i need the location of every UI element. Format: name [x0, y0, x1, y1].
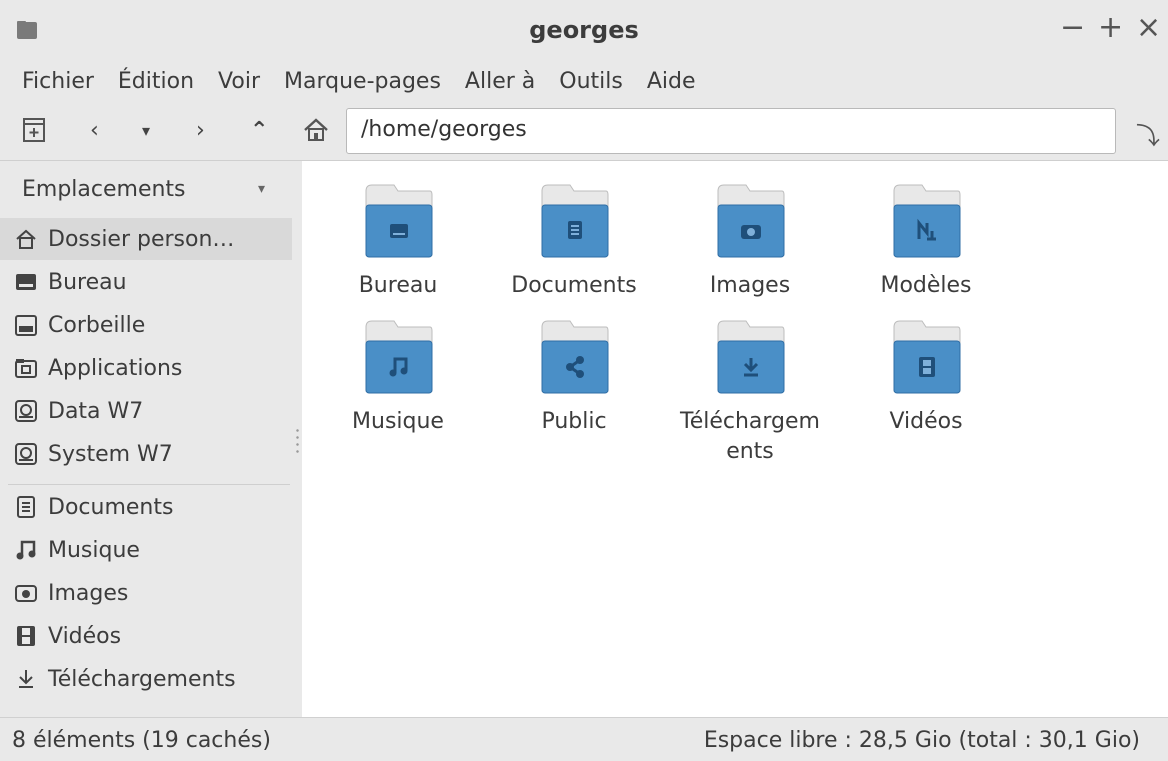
file-item-videos[interactable]: Vidéos	[846, 317, 1006, 437]
file-item-bureau[interactable]: Bureau	[318, 181, 478, 301]
sidebar-item-label: Téléchargements	[48, 666, 236, 692]
sidebar-item-label: Documents	[48, 494, 174, 520]
minimize-button[interactable]: −	[1060, 13, 1085, 43]
sidebar-mode-selector[interactable]: Emplacements	[22, 177, 186, 202]
sidebar-item-bureau[interactable]: Bureau	[0, 261, 292, 303]
file-name: Images	[709, 273, 791, 298]
camera-folder-icon	[717, 184, 785, 258]
file-item-public[interactable]: Public	[494, 317, 654, 437]
sidebar-item-videos[interactable]: Vidéos	[0, 615, 292, 657]
history-dropdown-button[interactable]: ▾	[142, 116, 150, 146]
menu-voir[interactable]: Voir	[206, 69, 272, 94]
file-name: Public	[541, 409, 607, 434]
templates-folder-icon	[893, 184, 961, 258]
sidebar-item-dossier-personnel[interactable]: Dossier person…	[0, 218, 292, 260]
menu-fichier[interactable]: Fichier	[0, 69, 106, 94]
sidebar-item-label: Bureau	[48, 269, 127, 295]
film-icon	[12, 625, 40, 647]
film-folder-icon	[893, 320, 961, 394]
sidebar-item-musique[interactable]: Musique	[0, 529, 292, 571]
sidebar-item-label: Musique	[48, 537, 140, 563]
camera-icon	[12, 583, 40, 603]
document-icon	[12, 496, 40, 518]
download-folder-icon	[717, 320, 785, 394]
up-button[interactable]: ⌃	[250, 116, 268, 146]
sidebar-divider	[8, 484, 290, 485]
close-button[interactable]: ×	[1136, 13, 1161, 43]
home-icon[interactable]	[302, 116, 330, 144]
status-bar: 8 éléments (19 cachés) Espace libre : 28…	[0, 717, 1168, 761]
desktop-folder-icon	[365, 184, 433, 258]
menu-bar: Fichier Édition Voir Marque-pages Aller …	[0, 60, 1168, 102]
title-bar: georges − + ×	[0, 0, 1168, 60]
file-name: Bureau	[358, 273, 438, 298]
sidebar-item-telechargements[interactable]: Téléchargements	[0, 658, 292, 700]
music-icon	[12, 539, 40, 561]
applications-icon	[12, 358, 40, 378]
sidebar-item-images[interactable]: Images	[0, 572, 292, 614]
file-name: Modèles	[880, 273, 972, 298]
sidebar-item-label: Data W7	[48, 398, 144, 424]
file-name: Documents	[511, 273, 637, 298]
new-tab-icon[interactable]	[22, 116, 46, 144]
drive-icon	[12, 400, 40, 422]
file-manager-window: georges − + × Fichier Édition Voir Marqu…	[0, 0, 1168, 761]
menu-marque-pages[interactable]: Marque-pages	[272, 69, 453, 94]
chevron-down-icon[interactable]: ▾	[258, 181, 265, 197]
file-item-musique[interactable]: Musique	[318, 317, 478, 437]
free-space: Espace libre : 28,5 Gio (total : 30,1 Gi…	[703, 728, 1140, 753]
menu-aide[interactable]: Aide	[635, 69, 708, 94]
trash-icon	[12, 314, 40, 336]
sidebar-item-corbeille[interactable]: Corbeille	[0, 304, 292, 346]
file-name-line-1: Téléchargem	[680, 409, 820, 434]
sidebar-item-label: System W7	[48, 441, 173, 467]
music-folder-icon	[365, 320, 433, 394]
file-item-telechargements[interactable]: Téléchargem ents	[670, 317, 830, 467]
menu-aller-a[interactable]: Aller à	[453, 69, 547, 94]
location-input[interactable]: /home/georges	[346, 108, 1116, 154]
forward-button[interactable]: ›	[196, 116, 205, 146]
sidebar-item-label: Applications	[48, 355, 183, 381]
file-name: Téléchargem ents	[670, 407, 830, 467]
sidebar-item-label: Images	[48, 580, 129, 606]
documents-folder-icon	[541, 184, 609, 258]
sidebar-item-documents[interactable]: Documents	[0, 486, 292, 528]
file-name-line-2: ents	[726, 439, 774, 464]
menu-edition[interactable]: Édition	[106, 69, 206, 94]
item-count: 8 éléments (19 cachés)	[12, 728, 271, 753]
splitter-grip-icon[interactable]	[296, 427, 299, 455]
sidebar-item-applications[interactable]: Applications	[0, 347, 292, 389]
sidebar: Emplacements ▾ Dossier person… Bureau Co…	[0, 161, 292, 717]
download-icon	[12, 668, 40, 690]
drive-icon	[12, 443, 40, 465]
file-item-documents[interactable]: Documents	[494, 181, 654, 301]
go-button[interactable]: ⤵	[1136, 116, 1160, 151]
file-item-modeles[interactable]: Modèles	[846, 181, 1006, 301]
share-folder-icon	[541, 320, 609, 394]
sidebar-item-system-w7[interactable]: System W7	[0, 433, 292, 475]
sidebar-item-label: Vidéos	[48, 623, 122, 649]
menu-outils[interactable]: Outils	[547, 69, 635, 94]
desktop-icon	[12, 273, 40, 291]
back-button[interactable]: ‹	[90, 116, 99, 146]
window-title: georges	[529, 16, 639, 44]
sidebar-item-label: Corbeille	[48, 312, 146, 338]
file-view: Bureau Documents Images Modèles Musique …	[302, 161, 1168, 717]
file-item-images[interactable]: Images	[670, 181, 830, 301]
sidebar-item-data-w7[interactable]: Data W7	[0, 390, 292, 432]
maximize-button[interactable]: +	[1098, 13, 1123, 43]
sidebar-item-label: Dossier person…	[48, 226, 235, 252]
file-name: Musique	[352, 409, 444, 434]
file-name: Vidéos	[889, 409, 963, 434]
home-icon	[12, 229, 40, 249]
